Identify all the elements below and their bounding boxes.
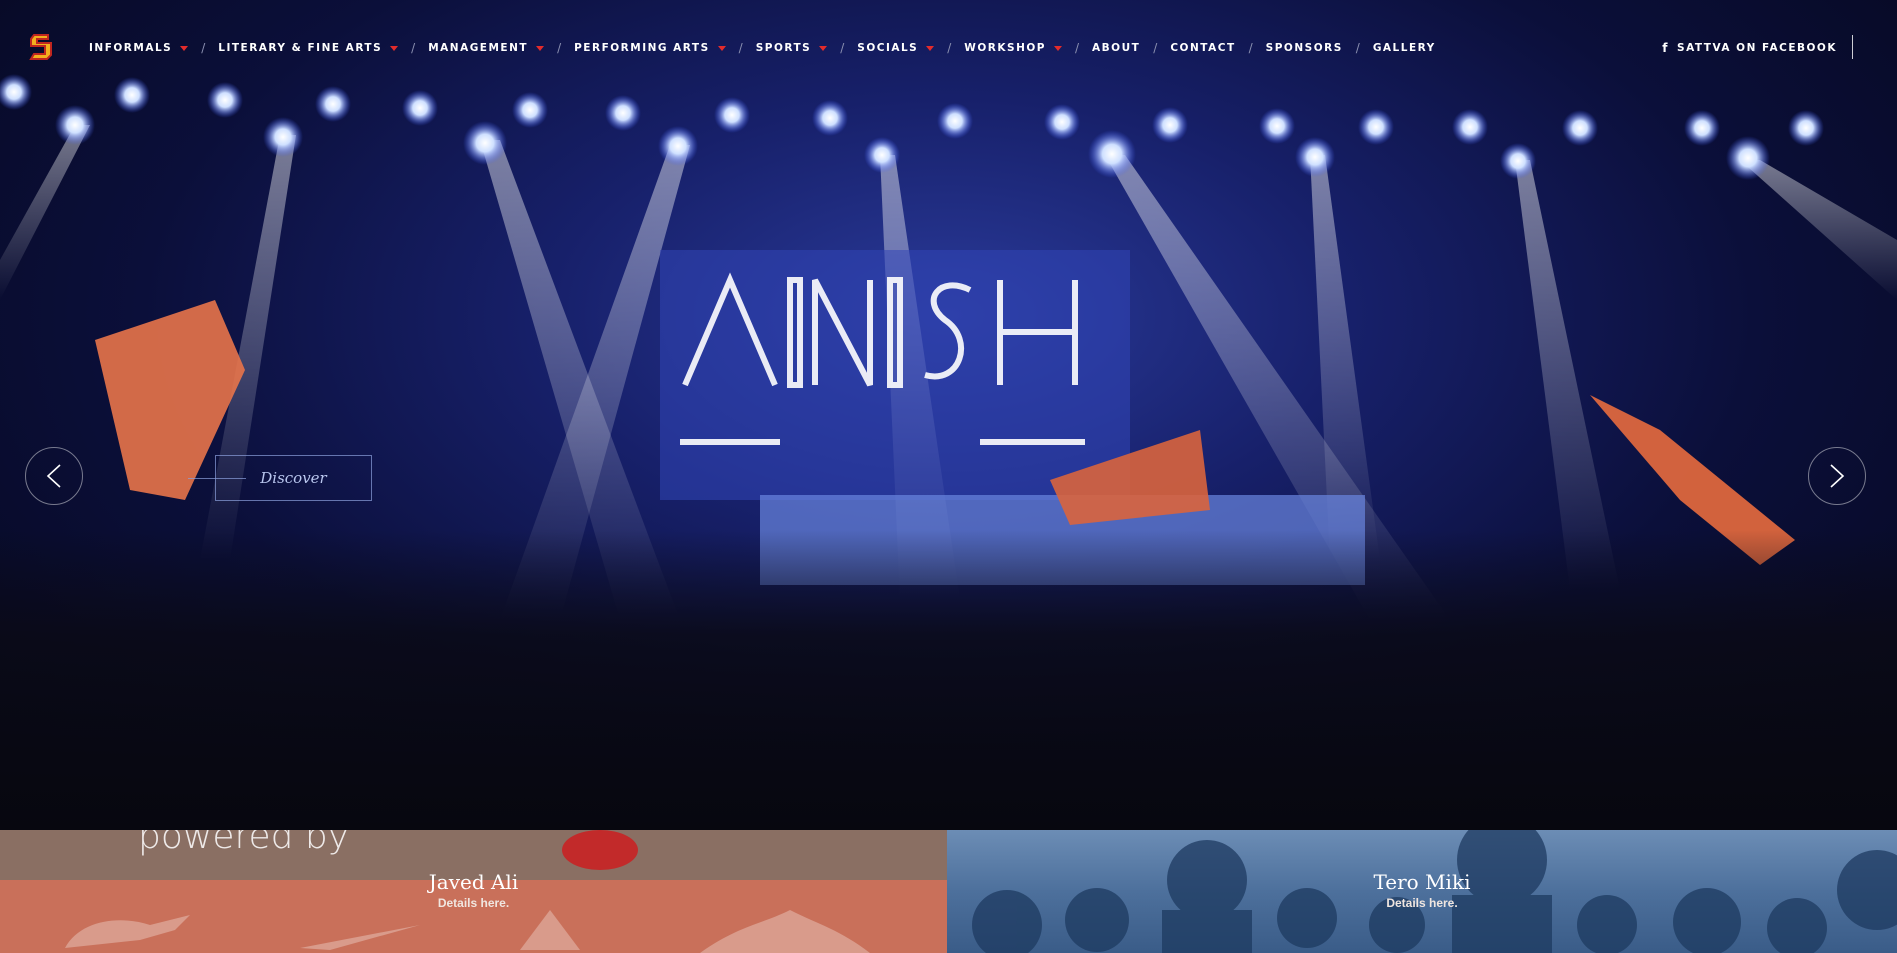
nav-item-literary-fine-arts[interactable]: LITERARY & FINE ARTS [218, 42, 399, 54]
nav-separator: / [1355, 41, 1360, 55]
nav-item-informals[interactable]: INFORMALS [89, 42, 189, 54]
nav-item-label: CONTACT [1170, 42, 1236, 54]
nav-separator: / [947, 41, 952, 55]
nav-separator: / [201, 41, 206, 55]
artist-panel-tero-miki[interactable]: Tero Miki Details here. [947, 830, 1897, 953]
slider-prev-button[interactable] [25, 447, 83, 505]
caret-down-icon [717, 45, 726, 51]
nav-item-label: ABOUT [1092, 42, 1141, 54]
nav-item-label: LITERARY & FINE ARTS [218, 42, 383, 54]
facebook-icon: f [1662, 41, 1670, 55]
nav-item-label: GALLERY [1372, 42, 1436, 54]
crowd-silhouette [0, 530, 1897, 830]
main-menu: INFORMALS / LITERARY & FINE ARTS / MANAGEMEN… [89, 41, 1436, 55]
nav-item-label: PERFORMING ARTS [574, 42, 710, 54]
discover-label: Discover [260, 469, 327, 487]
nav-item-sponsors[interactable]: SPONSORS [1266, 42, 1343, 54]
nav-item-label: MANAGEMENT [428, 42, 529, 54]
top-navigation: INFORMALS / LITERARY & FINE ARTS / MANAGEMEN… [0, 0, 1897, 100]
nav-item-contact[interactable]: CONTACT [1170, 42, 1235, 54]
caret-down-icon [1054, 45, 1062, 51]
hero-slide [0, 0, 1897, 830]
nav-separator: / [840, 41, 845, 55]
nav-item-label: INFORMALS [89, 42, 173, 54]
nav-item-label: WORKSHOP [964, 42, 1046, 54]
nav-item-gallery[interactable]: GALLERY [1373, 42, 1436, 54]
facebook-link-label: SATTVA ON FACEBOOK [1677, 42, 1837, 54]
nav-separator: / [738, 41, 743, 55]
panel-subtitle: Details here. [437, 896, 510, 910]
nav-separator: / [1075, 41, 1080, 55]
artist-panel-javed-ali[interactable]: powered by Javed Ali Details here. [0, 830, 947, 953]
panel-subtitle: Details here. [1386, 896, 1458, 910]
panel-title: Tero Miki [1373, 870, 1471, 894]
nav-item-socials[interactable]: SOCIALS [857, 42, 935, 54]
caret-down-icon [180, 45, 189, 51]
caret-down-icon [819, 45, 828, 51]
nav-item-sports[interactable]: SPORTS [756, 42, 828, 54]
nav-separator: / [1248, 41, 1253, 55]
nav-item-label: SPORTS [755, 42, 812, 54]
caret-down-icon [536, 45, 545, 51]
nav-item-performing-arts[interactable]: PERFORMING ARTS [574, 42, 726, 54]
panel-title: Javed Ali [428, 870, 519, 894]
nav-separator: / [1153, 41, 1158, 55]
nav-item-about[interactable]: ABOUT [1092, 42, 1140, 54]
nav-item-label: SOCIALS [857, 42, 919, 54]
nav-separator: / [557, 41, 562, 55]
caret-down-icon [390, 45, 399, 51]
chevron-left-icon [46, 464, 61, 488]
nav-item-label: SPONSORS [1265, 42, 1343, 54]
slider-next-button[interactable] [1808, 447, 1866, 505]
facebook-link[interactable]: f SATTVA ON FACEBOOK [1662, 41, 1837, 55]
discover-button[interactable]: Discover [215, 455, 372, 501]
nav-item-workshop[interactable]: WORKSHOP [964, 42, 1062, 54]
nav-item-management[interactable]: MANAGEMENT [428, 42, 545, 54]
sattva-logo-icon[interactable] [26, 29, 54, 65]
chevron-right-icon [1830, 464, 1845, 488]
nav-divider [1852, 35, 1853, 59]
caret-down-icon [926, 45, 935, 51]
nav-separator: / [411, 41, 416, 55]
